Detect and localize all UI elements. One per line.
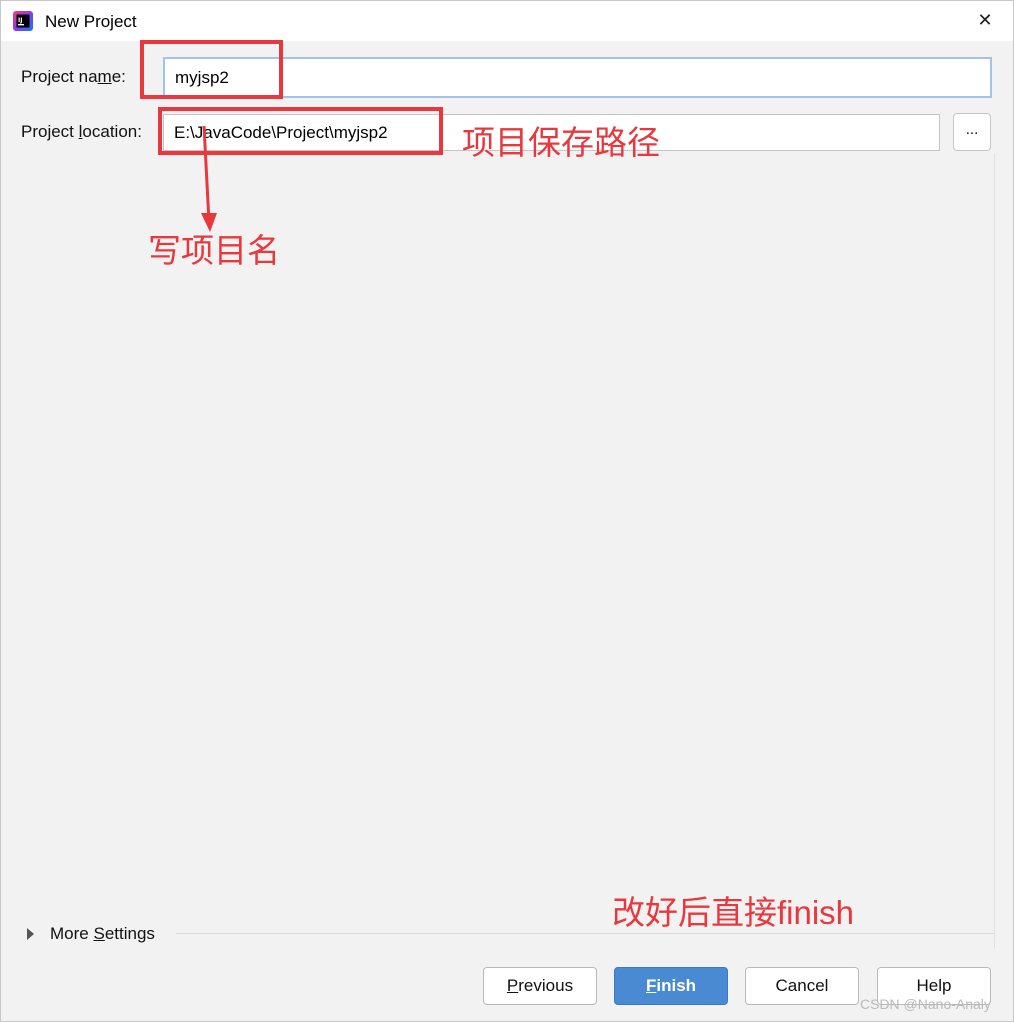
project-name-input[interactable] bbox=[163, 57, 992, 98]
annotation-location-note: 项目保存路径 bbox=[462, 124, 660, 161]
content-divider bbox=[994, 153, 995, 948]
cancel-button[interactable]: Cancel bbox=[745, 967, 859, 1005]
more-settings-toggle[interactable]: More Settings bbox=[27, 922, 155, 946]
previous-button[interactable]: Previous bbox=[483, 967, 597, 1005]
more-settings-label: More Settings bbox=[50, 924, 155, 943]
annotation-name-note: 写项目名 bbox=[148, 232, 280, 269]
project-name-label: Project name: bbox=[21, 67, 126, 86]
svg-text:IJ: IJ bbox=[18, 17, 22, 24]
watermark: CSDN @Nano-Analy bbox=[860, 996, 991, 1012]
more-settings-divider bbox=[176, 933, 994, 934]
project-location-label: Project location: bbox=[21, 122, 142, 141]
finish-button[interactable]: Finish bbox=[614, 967, 728, 1005]
expand-triangle-icon bbox=[27, 928, 34, 940]
close-button[interactable]: ✕ bbox=[967, 5, 1003, 35]
close-icon: ✕ bbox=[977, 9, 993, 30]
annotation-finish-note: 改好后直接finish bbox=[612, 894, 855, 931]
intellij-idea-icon: IJ bbox=[13, 11, 33, 31]
title-bar: IJ New Project ✕ bbox=[1, 1, 1013, 41]
browse-location-button[interactable]: ... bbox=[953, 113, 991, 151]
window-title: New Project bbox=[45, 12, 137, 31]
